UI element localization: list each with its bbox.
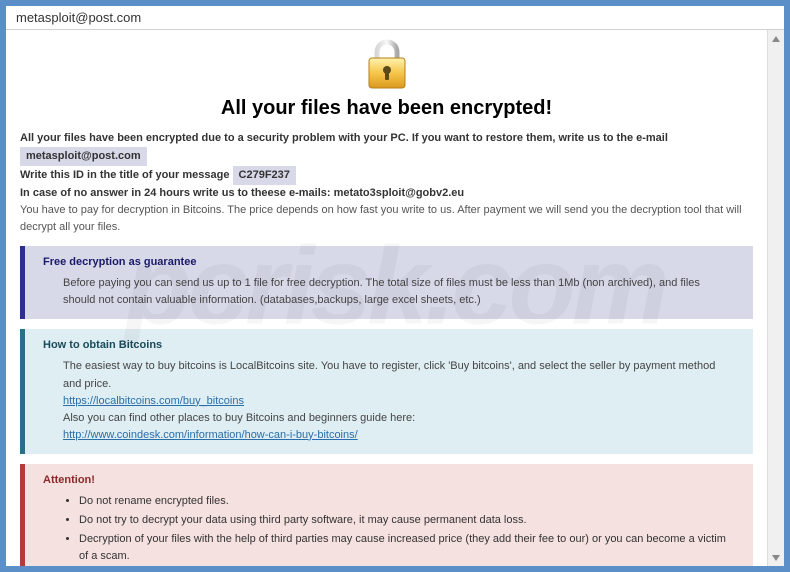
panel-attention-title: Attention! xyxy=(43,472,735,489)
panel-guarantee-title: Free decryption as guarantee xyxy=(43,254,735,271)
attention-item: Decryption of your files with the help o… xyxy=(79,531,735,565)
bitcoins-link-2[interactable]: http://www.coindesk.com/information/how-… xyxy=(63,429,358,441)
contact-email-2: metato3sploit@gobv2.eu xyxy=(334,187,465,199)
panel-guarantee-body: Before paying you can send us up to 1 fi… xyxy=(43,275,735,309)
attention-list: Do not rename encrypted files. Do not tr… xyxy=(43,493,735,565)
page-content: All your files have been encrypted! All … xyxy=(6,30,767,566)
intro-note: You have to pay for decryption in Bitcoi… xyxy=(20,204,742,233)
window-title: metasploit@post.com xyxy=(16,10,141,25)
panel-bitcoins: How to obtain Bitcoins The easiest way t… xyxy=(20,329,753,453)
bitcoins-link-1[interactable]: https://localbitcoins.com/buy_bitcoins xyxy=(63,395,244,407)
panel-bitcoins-body: The easiest way to buy bitcoins is Local… xyxy=(43,358,735,443)
content-area: All your files have been encrypted! All … xyxy=(6,30,784,566)
window-titlebar: metasploit@post.com xyxy=(6,6,784,30)
intro-line2: Write this ID in the title of your messa… xyxy=(20,169,233,181)
bitcoins-text-2: Also you can find other places to buy Bi… xyxy=(63,410,735,427)
intro-line1: All your files have been encrypted due t… xyxy=(20,132,668,144)
attention-item: Do not try to decrypt your data using th… xyxy=(79,512,735,529)
intro-block: All your files have been encrypted due t… xyxy=(20,130,753,236)
vertical-scrollbar[interactable] xyxy=(767,30,784,566)
panel-bitcoins-title: How to obtain Bitcoins xyxy=(43,337,735,354)
message-id: C279F237 xyxy=(233,166,296,185)
scroll-down-icon[interactable] xyxy=(768,549,784,566)
panel-guarantee: Free decryption as guarantee Before payi… xyxy=(20,246,753,319)
scroll-up-icon[interactable] xyxy=(768,30,784,47)
contact-email-1: metasploit@post.com xyxy=(20,147,147,166)
lock-icon xyxy=(363,38,411,93)
window: metasploit@post.com xyxy=(6,6,784,566)
bitcoins-text-1: The easiest way to buy bitcoins is Local… xyxy=(63,358,735,392)
panel-attention: Attention! Do not rename encrypted files… xyxy=(20,464,753,566)
intro-line3: In case of no answer in 24 hours write u… xyxy=(20,187,334,199)
page-title: All your files have been encrypted! xyxy=(20,97,753,120)
lock-wrap xyxy=(20,38,753,93)
attention-item: Do not rename encrypted files. xyxy=(79,493,735,510)
